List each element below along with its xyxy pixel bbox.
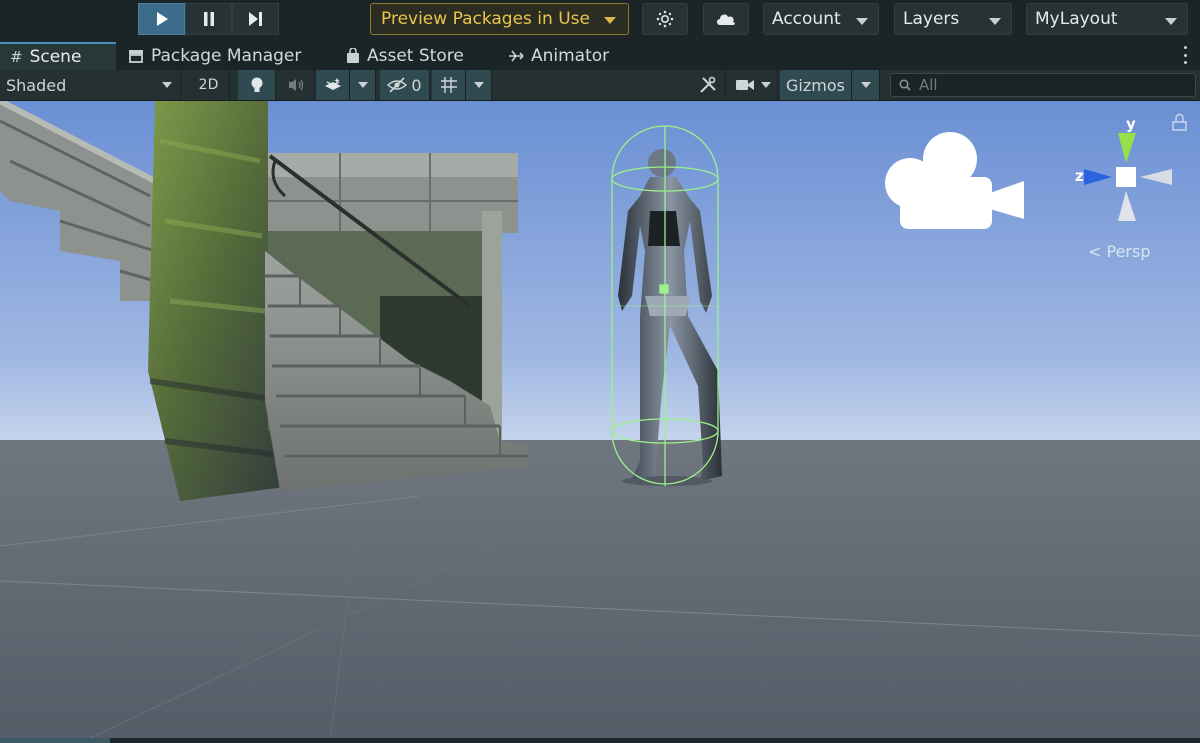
scene-view-toolbar: Shaded 2D 0 Gizmos All: [0, 70, 1200, 101]
tab-package-manager-label: Package Manager: [151, 46, 302, 66]
step-button[interactable]: [232, 3, 279, 35]
account-dropdown[interactable]: Account: [763, 3, 879, 35]
cloud-icon: [717, 14, 735, 25]
effects-toggle[interactable]: [316, 70, 350, 100]
perspective-icon: <: [1088, 242, 1102, 261]
toggle-2d-label: 2D: [198, 77, 219, 93]
tab-animator[interactable]: Animator: [498, 42, 628, 70]
search-icon: [899, 79, 911, 91]
animator-icon: [509, 50, 524, 62]
bottom-panel-edge: [0, 738, 1200, 743]
cloud-button[interactable]: [703, 3, 749, 35]
grid-snap-icon: [440, 77, 457, 93]
tab-scene[interactable]: # Scene: [0, 42, 116, 70]
settings-icon: [656, 10, 674, 28]
preview-packages-dropdown[interactable]: Preview Packages in Use: [370, 3, 629, 35]
bottom-tab-indicator: [0, 738, 110, 743]
lightbulb-icon: [251, 77, 262, 92]
scene-search-input[interactable]: All: [890, 73, 1196, 97]
grid-icon: #: [10, 48, 23, 66]
chevron-down-icon: [162, 82, 172, 88]
shading-mode-label: Shaded: [6, 75, 67, 95]
grid-snap-toggle[interactable]: [432, 70, 466, 100]
chevron-down-icon: [357, 82, 368, 88]
tab-scene-label: Scene: [29, 47, 82, 67]
scene-render: [0, 101, 1200, 743]
scene-search-placeholder: All: [919, 76, 938, 94]
chevron-down-icon: [1165, 18, 1177, 25]
gizmos-label: Gizmos: [786, 75, 845, 95]
play-button[interactable]: [138, 3, 185, 35]
chevron-down-icon: [604, 17, 616, 24]
more-options-icon[interactable]: [1182, 46, 1188, 64]
pause-button[interactable]: [185, 3, 232, 35]
layers-label: Layers: [903, 9, 960, 29]
play-icon: [156, 12, 168, 26]
hidden-eye-icon: [387, 77, 408, 93]
scene-viewport[interactable]: y z < Persp: [0, 101, 1200, 743]
axis-y-label: y: [1126, 115, 1136, 133]
preview-packages-label: Preview Packages in Use: [381, 9, 590, 29]
store-icon: [347, 48, 359, 63]
tab-asset-store-label: Asset Store: [367, 46, 464, 66]
camera-icon: [735, 80, 754, 90]
step-icon: [248, 12, 262, 26]
toggle-2d-button[interactable]: 2D: [188, 70, 230, 100]
layers-effects-icon: [324, 78, 341, 90]
lighting-toggle[interactable]: [238, 70, 276, 100]
projection-label: Persp: [1106, 242, 1151, 261]
scene-visibility-toggle[interactable]: 0: [380, 70, 430, 100]
speaker-icon: [288, 79, 303, 91]
grid-dropdown[interactable]: [466, 70, 492, 100]
tab-asset-store[interactable]: Asset Store: [336, 42, 486, 70]
chevron-down-icon: [473, 82, 484, 88]
axis-z-label: z: [1075, 167, 1084, 185]
chevron-down-icon: [989, 18, 1001, 25]
gizmos-dropdown[interactable]: [852, 70, 880, 100]
layers-dropdown[interactable]: Layers: [894, 3, 1012, 35]
shading-mode-dropdown[interactable]: Shaded: [0, 70, 181, 100]
pause-icon: [203, 12, 214, 26]
window-tab-bar: # Scene Package Manager Asset Store Anim…: [0, 40, 1200, 70]
tools-icon: [699, 76, 716, 93]
chevron-down-icon: [860, 82, 871, 88]
account-label: Account: [772, 9, 841, 29]
tab-package-manager[interactable]: Package Manager: [118, 42, 330, 70]
effects-dropdown[interactable]: [350, 70, 376, 100]
package-icon: [129, 50, 143, 63]
layout-dropdown[interactable]: MyLayout: [1026, 3, 1188, 35]
playmode-controls: [138, 3, 279, 35]
audio-toggle[interactable]: [277, 70, 315, 100]
settings-button[interactable]: [642, 3, 688, 35]
projection-toggle[interactable]: < Persp: [1088, 242, 1151, 261]
tools-button[interactable]: [690, 70, 726, 100]
layout-label: MyLayout: [1035, 9, 1118, 29]
chevron-down-icon: [760, 82, 771, 88]
main-toolbar: Preview Packages in Use Account Layers M…: [0, 0, 1200, 40]
camera-settings-dropdown[interactable]: [728, 70, 778, 100]
chevron-down-icon: [856, 18, 868, 25]
hidden-object-count: 0: [411, 75, 422, 95]
gizmos-button[interactable]: Gizmos: [780, 70, 852, 100]
tab-animator-label: Animator: [531, 46, 610, 66]
